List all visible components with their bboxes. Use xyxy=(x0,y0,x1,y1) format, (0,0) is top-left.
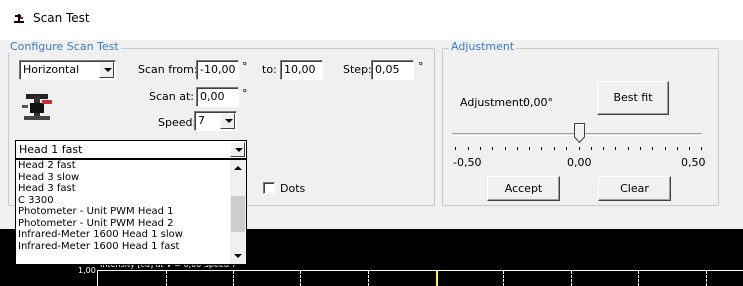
configure-scan-test-legend: Configure Scan Test xyxy=(8,40,121,53)
list-item[interactable]: Photometer - Unit PWM Head 1 xyxy=(16,206,246,218)
scan-at-label: Scan at: xyxy=(149,90,194,103)
step-input[interactable]: 0,05 xyxy=(371,60,414,80)
scan-to-input[interactable]: 10,00 xyxy=(280,60,323,80)
list-item[interactable]: Head 3 fast xyxy=(16,183,246,195)
chevron-down-icon[interactable] xyxy=(99,62,114,78)
dots-checkbox[interactable] xyxy=(263,182,275,194)
profile-select[interactable]: Head 1 fast xyxy=(15,140,247,159)
list-item[interactable]: Infrared-Meter 1600 Head 1 fast xyxy=(16,241,246,253)
clear-button[interactable]: Clear xyxy=(598,176,671,201)
step-label: Step: xyxy=(343,63,372,76)
window-title: Scan Test xyxy=(33,11,90,25)
chevron-down-icon[interactable] xyxy=(220,113,235,129)
scan-from-label: Scan from: xyxy=(138,63,198,76)
scan-from-input[interactable]: -10,00 xyxy=(196,60,239,80)
profile-dropdown-list[interactable]: Head 2 fast Head 3 slow Head 3 fast C 33… xyxy=(15,159,247,265)
scan-at-input[interactable]: 0,00 xyxy=(196,87,239,107)
accept-button[interactable]: Accept xyxy=(487,176,560,201)
dots-label[interactable]: Dots xyxy=(280,182,305,195)
slider-max-label: 0,50 xyxy=(681,156,706,169)
speed-label: Speed: xyxy=(158,116,197,129)
list-item[interactable]: C 3300 xyxy=(16,195,246,207)
list-item[interactable]: Infrared-Meter 1600 Head 1 slow xyxy=(16,229,246,241)
scan-from-unit: ° xyxy=(242,60,248,73)
profile-value: Head 1 fast xyxy=(15,140,247,159)
list-item[interactable]: Head 3 slow xyxy=(16,172,246,184)
cursor-line xyxy=(436,271,438,286)
to-label: to: xyxy=(262,63,277,76)
list-scrollbar[interactable] xyxy=(230,160,246,264)
instrument-image xyxy=(20,90,56,124)
microscope-icon xyxy=(12,12,26,26)
scan-at-unit: ° xyxy=(242,87,248,100)
adjustment-slider-thumb[interactable] xyxy=(574,123,585,144)
scroll-down-icon[interactable] xyxy=(230,248,246,264)
direction-select[interactable]: Horizontal xyxy=(19,60,116,80)
list-item[interactable]: Photometer - Unit PWM Head 2 xyxy=(16,218,246,230)
best-fit-button[interactable]: Best fit xyxy=(597,81,669,115)
slider-mid-label: 0,00 xyxy=(567,156,592,169)
adjustment-label: Adjustment: xyxy=(460,96,527,109)
plot-frame xyxy=(97,270,743,286)
step-unit: ° xyxy=(418,60,424,73)
adjustment-value: 0,00° xyxy=(523,96,553,109)
list-item[interactable]: Head 2 fast xyxy=(16,160,246,172)
adjustment-legend: Adjustment xyxy=(449,40,517,53)
chevron-down-icon[interactable] xyxy=(230,142,245,157)
scroll-up-icon[interactable] xyxy=(230,160,246,176)
speed-select[interactable]: 7 xyxy=(194,111,237,131)
title-bar xyxy=(0,0,743,40)
scroll-thumb[interactable] xyxy=(231,196,245,232)
y-top-label: 1,00 xyxy=(78,266,96,275)
slider-min-label: -0,50 xyxy=(453,156,482,169)
